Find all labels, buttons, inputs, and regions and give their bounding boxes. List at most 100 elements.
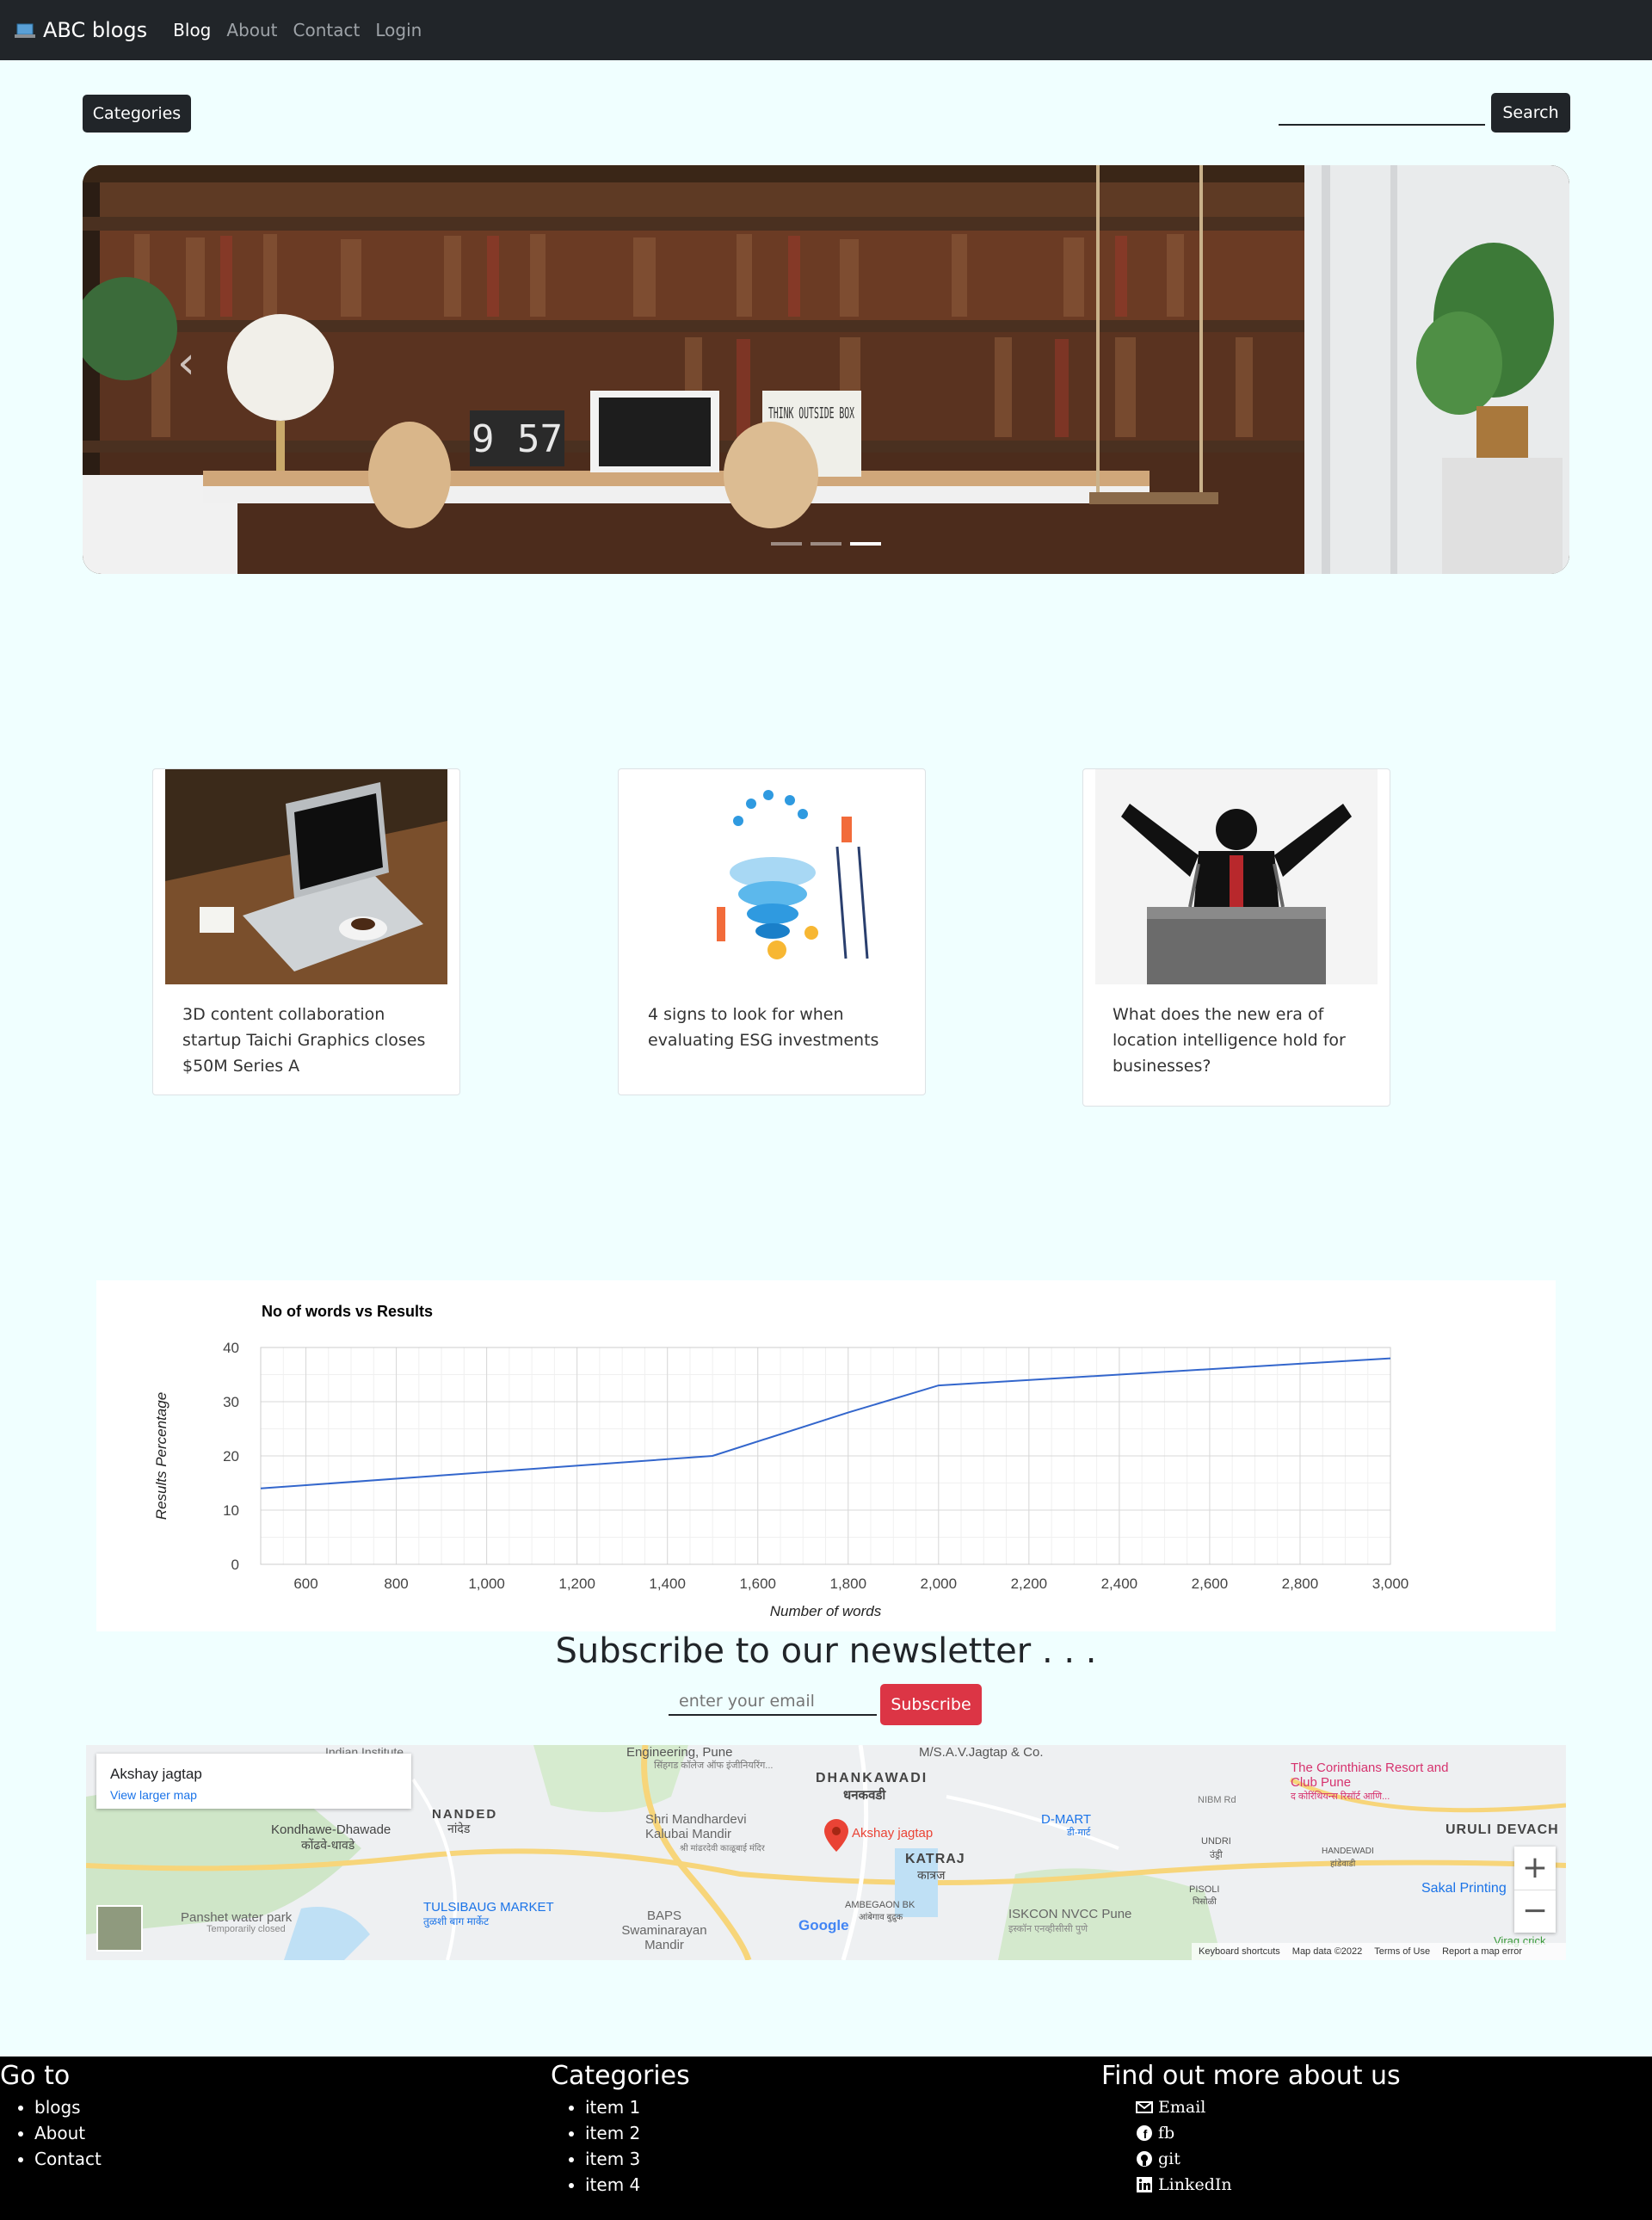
nav-contact[interactable]: Contact	[293, 20, 361, 40]
map-data-text: Map data ©2022	[1291, 1946, 1363, 1957]
map-label: AMBEGAON BK	[845, 1900, 915, 1910]
map-label: हांडेवाडी	[1330, 1859, 1356, 1869]
x-tick-label: 3,000	[1372, 1576, 1409, 1592]
facebook-icon: f	[1137, 2125, 1152, 2141]
social-email[interactable]: Email	[1136, 2094, 1401, 2120]
envelope-icon	[1136, 2101, 1153, 2113]
y-tick-label: 30	[223, 1394, 239, 1410]
carousel-next-arrow[interactable]	[1518, 337, 1552, 389]
zoom-out-button[interactable]: −	[1514, 1890, 1556, 1933]
map-label: NIBM Rd	[1198, 1795, 1236, 1805]
map-label: कोंढवे-धावडे	[301, 1838, 355, 1852]
keyboard-shortcuts-link[interactable]: Keyboard shortcuts	[1199, 1946, 1280, 1957]
x-tick-label: 800	[384, 1576, 408, 1592]
map-label: Engineering, Pune	[626, 1745, 733, 1760]
map-label: पिसोळी	[1193, 1897, 1217, 1907]
map-label: M/S.A.V.Jagtap & Co.	[919, 1745, 1044, 1760]
terms-link[interactable]: Terms of Use	[1374, 1946, 1430, 1957]
footer-category-item[interactable]: item 3	[585, 2146, 690, 2172]
view-larger-map-link[interactable]: View larger map	[110, 1788, 197, 1802]
carousel-indicator-2[interactable]	[811, 542, 841, 546]
laptop-icon	[15, 23, 35, 38]
map-label: Shri Mandhardevi Kalubai Mandir	[645, 1812, 747, 1841]
social-git[interactable]: git	[1136, 2146, 1401, 2172]
hero-carousel[interactable]: 9 57 THINK OUTSIDE BOX ‹	[83, 165, 1569, 574]
words-vs-results-chart: 600 800 1,000 1,200 1,400 1,600 1,800 2,000 2,20…	[96, 1280, 1556, 1631]
map-place-card: Akshay jagtap View larger map	[96, 1754, 411, 1809]
x-tick-label: 1,200	[558, 1576, 595, 1592]
google-map[interactable]: Indian Institute Engineering, Pune सिंहग…	[86, 1745, 1566, 1960]
x-tick-label: 2,600	[1192, 1576, 1229, 1592]
x-tick-label: 600	[293, 1576, 317, 1592]
social-fb[interactable]: f fb	[1136, 2120, 1401, 2146]
map-label: UNDRI	[1201, 1836, 1231, 1847]
email-field[interactable]	[669, 1688, 877, 1716]
map-label: Sakal Printing	[1421, 1881, 1507, 1896]
social-linkedin[interactable]: LinkedIn	[1136, 2172, 1401, 2198]
subscribe-button[interactable]: Subscribe	[880, 1684, 982, 1725]
satellite-toggle[interactable]	[96, 1905, 143, 1952]
search-input[interactable]	[1279, 96, 1485, 126]
footer-about: Find out more about us Email f fb git Li…	[1101, 2057, 1401, 2198]
blog-card[interactable]: What does the new era of location intell…	[1082, 768, 1390, 1107]
map-label: ISKCON NVCC Pune	[1008, 1907, 1132, 1921]
card-title[interactable]: 4 signs to look for when evaluating ESG …	[648, 1002, 906, 1053]
y-tick-label: 20	[223, 1448, 239, 1465]
card-title[interactable]: 3D content collaboration startup Taichi …	[182, 1002, 441, 1079]
map-label: नांदेड	[447, 1822, 471, 1835]
nav-about[interactable]: About	[226, 20, 277, 40]
x-tick-label: 1,600	[739, 1576, 776, 1592]
card-image-esg	[631, 769, 913, 984]
categories-button[interactable]: Categories	[83, 95, 191, 133]
x-tick-label: 2,400	[1101, 1576, 1138, 1592]
chart-svg: 600 800 1,000 1,200 1,400 1,600 1,800 2,000 2,20…	[153, 1303, 1409, 1619]
zoom-in-button[interactable]: +	[1514, 1847, 1556, 1890]
linkedin-icon	[1137, 2177, 1152, 2192]
nav-blog[interactable]: Blog	[173, 20, 211, 40]
footer-category-item[interactable]: item 4	[585, 2172, 690, 2198]
social-git-label: git	[1158, 2149, 1180, 2168]
card-title[interactable]: What does the new era of location intell…	[1113, 1002, 1371, 1079]
map-label: TULSIBAUG MARKET	[423, 1900, 554, 1915]
map-label: PISOLI	[1189, 1884, 1220, 1895]
social-fb-label: fb	[1158, 2124, 1175, 2143]
carousel-prev-arrow[interactable]: ‹	[177, 337, 212, 389]
report-error-link[interactable]: Report a map error	[1442, 1946, 1522, 1957]
google-logo: Google	[798, 1917, 849, 1933]
carousel-indicator-1[interactable]	[771, 542, 802, 546]
map-label: उंड्री	[1210, 1850, 1223, 1860]
map-place-name: Akshay jagtap	[110, 1766, 202, 1782]
footer-about-title: Find out more about us	[1101, 2061, 1401, 2091]
x-tick-label: 2,000	[921, 1576, 958, 1592]
blog-card[interactable]: 4 signs to look for when evaluating ESG …	[618, 768, 926, 1095]
nav-links: Blog About Contact Login	[173, 20, 437, 40]
svg-text:f: f	[1143, 2127, 1148, 2141]
map-label: Panshet water park	[181, 1910, 293, 1925]
footer-category-item[interactable]: item 2	[585, 2120, 690, 2146]
footer: Go to blogs About Contact Categories ite…	[0, 2057, 1652, 2220]
footer-categories: Categories item 1 item 2 item 3 item 4	[551, 2057, 690, 2198]
blog-card[interactable]: 3D content collaboration startup Taichi …	[152, 768, 460, 1095]
map-label: कात्रज	[917, 1868, 946, 1882]
map-label: द कोरिंथियन्स रिसॉर्ट आणि...	[1291, 1791, 1390, 1802]
github-icon	[1137, 2151, 1152, 2167]
brand-name: ABC blogs	[43, 18, 148, 42]
x-tick-label: 1,800	[829, 1576, 866, 1592]
search-button[interactable]: Search	[1491, 93, 1570, 133]
sign-text: THINK OUTSIDE BOX	[768, 404, 854, 422]
footer-link-about[interactable]: About	[34, 2120, 102, 2146]
nav-login[interactable]: Login	[375, 20, 422, 40]
footer-link-blogs[interactable]: blogs	[34, 2094, 102, 2120]
map-label: NANDED	[432, 1807, 498, 1822]
map-label: URULI DEVACH	[1446, 1822, 1559, 1837]
map-label: धनकवडी	[843, 1788, 886, 1803]
zoom-controls: + −	[1514, 1847, 1556, 1933]
footer-category-item[interactable]: item 1	[585, 2094, 690, 2120]
x-axis-label: Number of words	[770, 1603, 882, 1619]
footer-goto: Go to blogs About Contact	[0, 2057, 102, 2172]
footer-link-contact[interactable]: Contact	[34, 2146, 102, 2172]
map-label: D-MART	[1041, 1812, 1092, 1827]
brand[interactable]: ABC blogs	[14, 18, 147, 42]
carousel-indicator-3[interactable]	[850, 542, 881, 546]
map-label: आंबेगाव बुद्रुक	[859, 1913, 903, 1922]
